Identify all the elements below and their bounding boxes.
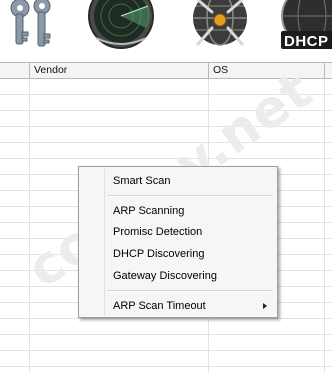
toolbar: DHCP (0, 0, 332, 60)
menu-separator (107, 290, 273, 292)
grid-divider (324, 79, 325, 372)
column-header-blank[interactable] (0, 63, 30, 78)
submenu-arrow-icon (263, 303, 267, 309)
menu-item-gateway-discovering[interactable]: Gateway Discovering (113, 266, 217, 286)
keys-icon[interactable] (0, 0, 60, 54)
grid-divider (29, 79, 30, 372)
menu-separator (107, 195, 273, 197)
menu-item-dhcp-discovering[interactable]: DHCP Discovering (113, 244, 205, 264)
menu-item-arp-scan-timeout[interactable]: ARP Scan Timeout (113, 296, 206, 316)
column-header-vendor[interactable]: Vendor (30, 63, 209, 78)
dhcp-icon-label: DHCP (284, 33, 329, 50)
menu-item-promisc-detection[interactable]: Promisc Detection (113, 222, 202, 242)
menu-item-smart-scan[interactable]: Smart Scan (113, 171, 170, 191)
radar-icon[interactable] (86, 0, 156, 54)
globe-target-icon[interactable] (186, 0, 256, 54)
dhcp-icon[interactable]: DHCP (278, 0, 332, 54)
column-header-extra[interactable] (325, 63, 332, 78)
menu-gutter (104, 169, 105, 315)
menu-item-arp-scanning[interactable]: ARP Scanning (113, 201, 184, 221)
context-menu: Smart Scan ARP Scanning Promisc Detectio… (78, 166, 278, 318)
